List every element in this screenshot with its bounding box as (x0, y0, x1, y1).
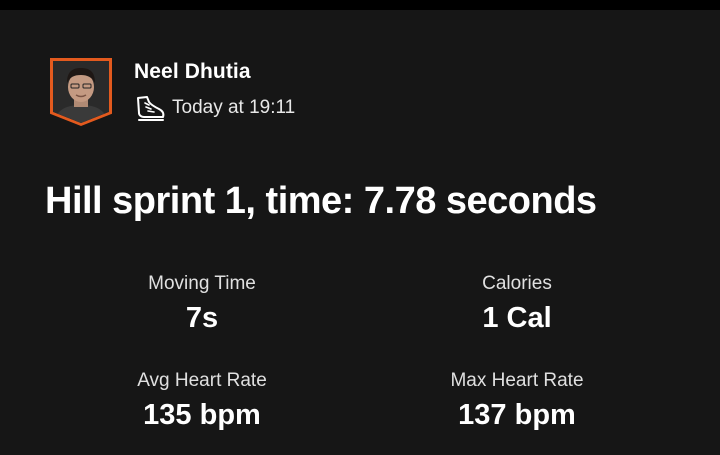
stat-label: Moving Time (148, 273, 256, 294)
stat-moving-time: Moving Time 7s (52, 272, 352, 334)
stat-value: 137 bpm (458, 399, 576, 431)
meta-row: Today at 19:11 (134, 94, 295, 122)
avatar-photo (53, 61, 109, 123)
author-name[interactable]: Neel Dhutia (134, 60, 295, 84)
activity-title[interactable]: Hill sprint 1, time: 7.78 seconds (45, 180, 597, 223)
post-header: Neel Dhutia Today at 19:11 (50, 58, 295, 130)
stat-value: 1 Cal (482, 302, 552, 334)
stat-value: 135 bpm (143, 399, 261, 431)
stat-label: Max Heart Rate (450, 370, 584, 391)
stat-label: Calories (482, 273, 552, 294)
stat-value: 7s (185, 302, 219, 334)
stat-calories: Calories 1 Cal (367, 272, 667, 334)
author-info: Neel Dhutia Today at 19:11 (134, 60, 295, 122)
stat-label: Avg Heart Rate (137, 370, 267, 391)
stat-max-heart-rate: Max Heart Rate 137 bpm (367, 369, 667, 431)
timestamp: Today at 19:11 (172, 97, 296, 118)
running-shoe-icon (137, 96, 165, 121)
avatar[interactable] (50, 58, 112, 126)
top-strip (0, 0, 720, 10)
stat-avg-heart-rate: Avg Heart Rate 135 bpm (52, 369, 352, 431)
